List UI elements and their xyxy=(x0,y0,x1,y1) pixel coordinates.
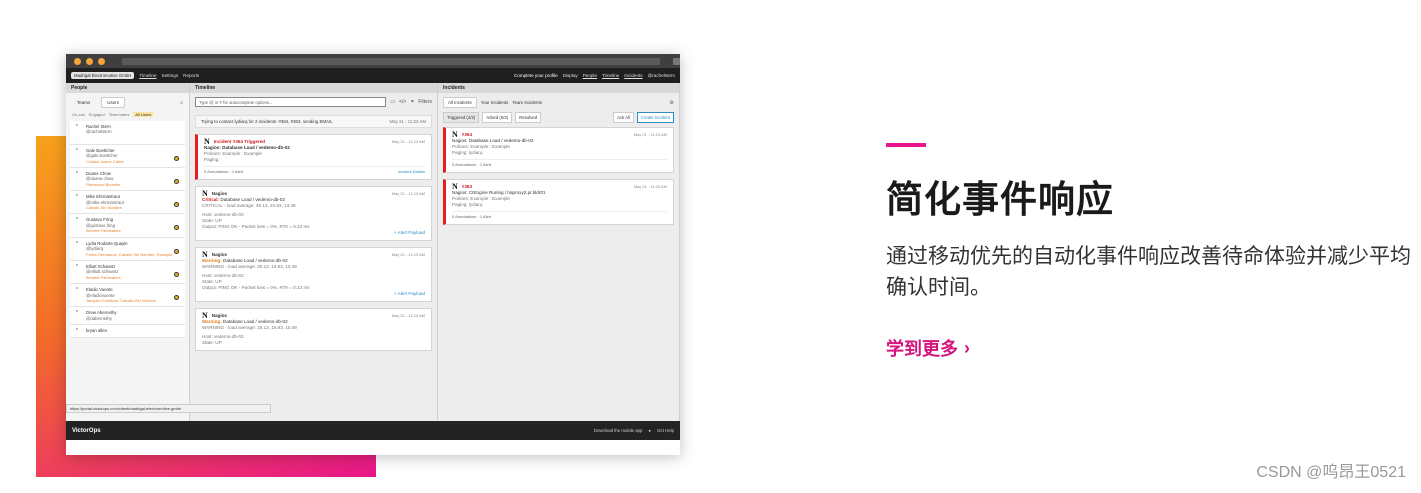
incident-card[interactable]: May 21 - 11:23 AM N #364 Nagios: Database… xyxy=(443,127,674,173)
app-columns: People Teams Users ⌕ On-call Engaged Tea… xyxy=(66,83,680,421)
tab-teams[interactable]: Teams xyxy=(72,98,95,107)
tab-users[interactable]: Users xyxy=(101,97,126,108)
filter-oncall[interactable]: On-call xyxy=(72,112,85,117)
timeline-card[interactable]: May 21 - 11:23 AM N Incident #364 Trigger… xyxy=(195,134,432,180)
create-incident-button[interactable]: Create Incident xyxy=(636,112,674,123)
timeline-header: Timeline xyxy=(190,83,437,93)
ack-all-button[interactable]: Ack All xyxy=(612,112,634,123)
tab-all-incidents[interactable]: All Incidents xyxy=(443,97,477,108)
status-url-tooltip: https://portal.victorops.com/client/madr… xyxy=(66,404,271,413)
browser-chrome xyxy=(66,54,680,68)
alert-payload-link[interactable]: + Alert Payload xyxy=(202,230,425,236)
list-item[interactable]: bryan allen xyxy=(70,325,185,338)
paging-banner: Trying to contact lydiarq for 2 incident… xyxy=(195,115,432,128)
filter-teammates[interactable]: Teammates xyxy=(109,112,130,117)
app-screenshot-window: Madrigal Electromotive GmbH Timeline Set… xyxy=(66,54,680,455)
list-item[interactable]: Eladio Vuente @eladiovuente Tampico Furnit… xyxy=(70,284,185,308)
chevron-right-icon: › xyxy=(964,337,970,358)
status-icon xyxy=(174,248,179,254)
window-dot[interactable] xyxy=(85,57,93,65)
list-item[interactable]: Gale Boettcher @gale.boettcher Ciudad Juar… xyxy=(70,144,185,169)
address-bar[interactable] xyxy=(121,57,660,65)
list-item[interactable]: Rachel Stern @rachelstern xyxy=(70,121,185,145)
people-filters: On-call Engaged Teammates All Users xyxy=(66,112,189,121)
alert-payload-link[interactable]: + Alert Payload xyxy=(202,291,425,297)
victorops-logo: VictorOps xyxy=(72,427,101,434)
nav-display[interactable]: Display xyxy=(563,73,578,78)
status-icon xyxy=(174,271,179,277)
nav-reports[interactable]: Reports xyxy=(183,73,199,78)
browser-menu-icon[interactable] xyxy=(673,57,680,65)
chat-icon[interactable]: ▭ xyxy=(390,99,395,105)
filter-all-users[interactable]: All Users xyxy=(133,112,154,117)
list-item[interactable]: Elliott Schwartz @elliott.schwartz Benekè … xyxy=(70,260,185,285)
nav-settings[interactable]: Settings xyxy=(162,73,179,78)
apple-icon[interactable]: ● xyxy=(648,428,651,433)
user-menu[interactable]: @rachelstern xyxy=(648,73,675,78)
filters-dropdown[interactable]: Filters xyxy=(418,99,432,105)
learn-more-label: 学到更多 xyxy=(886,339,958,359)
timeline-card[interactable]: May 21 - 11:23 AM N Nagios Critical: Data… xyxy=(195,186,432,241)
people-list: Rachel Stern @rachelstern Gale Boettcher @… xyxy=(66,121,189,338)
tab-resolved[interactable]: Resolved xyxy=(515,112,542,123)
list-item[interactable]: Duane Chow @duane.chow Fleetwood Bounder xyxy=(70,168,185,192)
status-icon xyxy=(174,179,179,185)
page-title: 简化事件响应 xyxy=(886,179,1114,220)
tab-acked[interactable]: Acked (0/2) xyxy=(482,112,513,123)
accent-bar xyxy=(886,143,926,147)
timeline-card[interactable]: May 21 - 11:23 AM N Nagios Warning: Datab… xyxy=(195,247,432,302)
wrench-icon[interactable]: ⚙ xyxy=(670,100,674,106)
page: Madrigal Electromotive GmbH Timeline Set… xyxy=(0,0,1421,493)
nav-people[interactable]: People xyxy=(583,73,597,78)
app-top-nav: Madrigal Electromotive GmbH Timeline Set… xyxy=(66,68,680,83)
complete-profile-link[interactable]: Complete your profile xyxy=(514,73,558,78)
marketing-block: 简化事件响应 通过移动优先的自动化事件响应改善待命体验并减少平均确认时间。 学到… xyxy=(886,143,1416,361)
people-tabs: Teams Users ⌕ xyxy=(66,93,189,112)
search-icon[interactable]: ⌕ xyxy=(180,100,183,106)
people-header: People xyxy=(66,83,189,93)
learn-more-link[interactable]: 学到更多 › xyxy=(886,335,1416,361)
nav-timeline[interactable]: Timeline xyxy=(139,73,156,78)
incident-tabs: All Incidents Your Incidents Team Incide… xyxy=(438,93,679,112)
description: 通过移动优先的自动化事件响应改善待命体验并减少平均确认时间。 xyxy=(886,245,1411,299)
filter-engaged[interactable]: Engaged xyxy=(89,112,105,117)
tab-triggered[interactable]: Triggered (2/2) xyxy=(443,112,480,123)
nav-timeline-right[interactable]: Timeline xyxy=(602,73,619,78)
incidents-header: Incidents xyxy=(438,83,679,93)
window-dot[interactable] xyxy=(97,57,105,65)
tab-team-incidents[interactable]: Team Incidents xyxy=(512,100,542,105)
incident-card[interactable]: May 21 - 11:20 AM N #363 Nagios: CIEngine… xyxy=(443,179,674,225)
timeline-card[interactable]: May 21 - 11:23 AM N Nagios Warning: Datab… xyxy=(195,308,432,351)
filter-icon[interactable]: ⏷ xyxy=(410,99,414,105)
status-icon xyxy=(174,155,179,161)
timeline-column: Timeline Type @ or # for autocomplete op… xyxy=(190,83,438,421)
list-item[interactable]: Gustavo Fring @gustavo.fring Benekè Fabric… xyxy=(70,214,185,238)
watermark: CSDN @呜昂王0521 xyxy=(1256,464,1406,481)
timeline-toolbar: Type @ or # for autocomplete options... … xyxy=(190,93,437,111)
incidents-column: Incidents All Incidents Your Incidents T… xyxy=(438,83,680,421)
code-icon[interactable]: </> xyxy=(399,99,406,105)
incident-state-tabs: Triggered (2/2) Acked (0/2) Resolved Ack… xyxy=(438,112,679,127)
list-item[interactable]: Mike Ehrmantraut @mike.ehrmantraut Caballo… xyxy=(70,191,185,215)
download-app-link[interactable]: Download the mobile app xyxy=(594,428,643,433)
app-footer: VictorOps Download the mobile app ● Get … xyxy=(66,421,680,440)
list-item[interactable]: Lydia Rodarte-Quayle @lydiarq Pollos Herma… xyxy=(70,237,185,261)
window-dot[interactable] xyxy=(74,57,81,65)
people-column: People Teams Users ⌕ On-call Engaged Tea… xyxy=(66,83,190,421)
list-item[interactable]: Drew Abernethy @dabernethy xyxy=(70,307,185,326)
incident-details-link[interactable]: Incident Details xyxy=(398,169,425,175)
org-switcher[interactable]: Madrigal Electromotive GmbH xyxy=(71,72,135,79)
get-help-link[interactable]: Get Help xyxy=(657,428,674,433)
timeline-search-input[interactable]: Type @ or # for autocomplete options... xyxy=(195,97,387,107)
tab-your-incidents[interactable]: Your Incidents xyxy=(481,100,509,105)
nav-incidents[interactable]: Incidents xyxy=(624,73,642,78)
